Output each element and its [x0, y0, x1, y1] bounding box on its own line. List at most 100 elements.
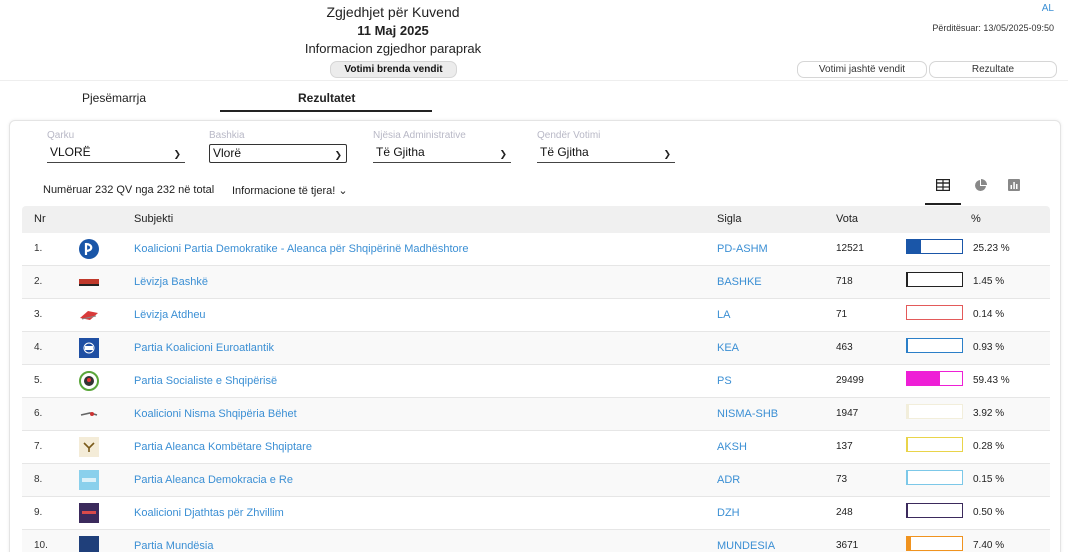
party-name-link[interactable]: Partia Aleanca Kombëtare Shqiptare [134, 441, 312, 453]
percent-bar [906, 272, 963, 287]
percent-value: 0.28 % [973, 441, 1005, 452]
ps-logo [78, 370, 100, 392]
mundesia-logo [78, 535, 100, 552]
filter-label: Njësia Administrative [373, 130, 466, 141]
dzh-logo [78, 502, 100, 524]
chevron-down-icon: ❯ [173, 149, 181, 159]
party-sigla-link[interactable]: NISMA-SHB [717, 408, 778, 420]
row-number: 10. [34, 540, 48, 551]
percent-bar-fill [907, 405, 910, 418]
percent-value: 7.40 % [973, 540, 1005, 551]
election-title: Zgjedhjet për Kuvend [326, 4, 460, 20]
percent-value: 0.50 % [973, 507, 1005, 518]
percent-bar-fill [907, 240, 921, 253]
party-sigla-link[interactable]: DZH [717, 507, 740, 519]
percent-bar [906, 470, 963, 485]
header-nr: Nr [34, 213, 46, 225]
adr-logo [78, 469, 100, 491]
vote-count: 3671 [836, 540, 859, 551]
percent-bar [906, 239, 963, 254]
bar-chart-icon[interactable] [1005, 179, 1023, 197]
percent-value: 59.43 % [973, 375, 1010, 386]
party-sigla-link[interactable]: LA [717, 309, 730, 321]
party-name-link[interactable]: Partia Mundësia [134, 540, 214, 552]
percent-bar-fill [907, 372, 940, 385]
page-header: Zgjedhjet për Kuvend 11 Maj 2025 Informa… [0, 0, 1068, 80]
party-name-link[interactable]: Koalicioni Nisma Shqipëria Bëhet [134, 408, 297, 420]
party-name-link[interactable]: Partia Socialiste e Shqipërisë [134, 375, 277, 387]
header-subject: Subjekti [134, 213, 174, 225]
vote-count: 12521 [836, 243, 864, 254]
vote-count: 73 [836, 474, 848, 485]
percent-bar-fill [907, 273, 908, 286]
row-number: 5. [34, 375, 43, 386]
row-number: 8. [34, 474, 43, 485]
percent-value: 3.92 % [973, 408, 1005, 419]
tab-participation[interactable]: Pjesëmarrja [82, 91, 146, 105]
party-sigla-link[interactable]: PD-ASHM [717, 243, 768, 255]
filter-qender: Qendër Votimi Të Gjitha ❯ [537, 130, 675, 163]
pie-chart-icon[interactable] [971, 179, 989, 197]
vote-count: 463 [836, 342, 853, 353]
party-name-link[interactable]: Lëvizja Bashkë [134, 276, 208, 288]
qarku-value: VLORË [50, 145, 91, 159]
party-name-link[interactable]: Lëvizja Atdheu [134, 309, 206, 321]
vote-count: 248 [836, 507, 853, 518]
party-sigla-link[interactable]: ADR [717, 474, 740, 486]
active-tab-indicator [220, 110, 432, 112]
header-percent: % [971, 213, 981, 225]
qender-value: Të Gjitha [540, 145, 589, 159]
table-icon[interactable] [934, 178, 952, 197]
party-name-link[interactable]: Koalicioni Partia Demokratike - Aleanca … [134, 243, 468, 255]
voting-abroad-button[interactable]: Votimi jashtë vendit [797, 61, 927, 78]
updated-timestamp: Përditësuar: 13/05/2025-09:50 [932, 23, 1054, 33]
party-sigla-link[interactable]: MUNDESIA [717, 540, 775, 552]
percent-value: 25.23 % [973, 243, 1010, 254]
percent-value: 0.15 % [973, 474, 1005, 485]
filter-njesia: Njësia Administrative Të Gjitha ❯ [373, 130, 511, 163]
results-button[interactable]: Rezultate [929, 61, 1057, 78]
party-sigla-link[interactable]: PS [717, 375, 732, 387]
table-row: 8. Partia Aleanca Demokracia e Re ADR 73 0.1… [22, 464, 1050, 497]
tab-results[interactable]: Rezultatet [298, 91, 355, 105]
percent-bar [906, 503, 963, 518]
header-sigla: Sigla [717, 213, 742, 225]
percent-bar [906, 305, 963, 320]
filter-qarku: Qarku VLORË ❯ [47, 130, 185, 163]
percent-bar [906, 536, 963, 551]
voting-inside-button[interactable]: Votimi brenda vendit [330, 61, 457, 78]
pd-logo [78, 238, 100, 260]
party-name-link[interactable]: Partia Koalicioni Euroatlantik [134, 342, 274, 354]
kea-logo [78, 337, 100, 359]
qarku-select[interactable]: VLORË ❯ [47, 144, 185, 163]
language-switch[interactable]: AL [1042, 3, 1054, 14]
vote-count: 718 [836, 276, 853, 287]
row-number: 6. [34, 408, 43, 419]
table-row: 5. Partia Socialiste e Shqipërisë PS 29499 5… [22, 365, 1050, 398]
qender-select[interactable]: Të Gjitha ❯ [537, 144, 675, 163]
chevron-down-icon: ❯ [499, 149, 507, 159]
table-header: Nr Subjekti Sigla Vota % [22, 206, 1050, 233]
njesia-select[interactable]: Të Gjitha ❯ [373, 144, 511, 163]
bashke-logo [78, 271, 100, 293]
party-name-link[interactable]: Koalicioni Djathtas për Zhvillim [134, 507, 284, 519]
table-row: 1. Koalicioni Partia Demokratike - Aleanc… [22, 233, 1050, 266]
percent-value: 1.45 % [973, 276, 1005, 287]
main-tabs: Pjesëmarrja Rezultatet [0, 80, 1068, 114]
table-row: 2. Lëvizja Bashkë BASHKE 718 1.45 % [22, 266, 1050, 299]
table-row: 7. Partia Aleanca Kombëtare Shqiptare AKSH… [22, 431, 1050, 464]
percent-bar [906, 437, 963, 452]
chevron-down-icon: ❯ [334, 150, 342, 160]
row-number: 3. [34, 309, 43, 320]
party-name-link[interactable]: Partia Aleanca Demokracia e Re [134, 474, 293, 486]
more-info-dropdown[interactable]: Informacione të tjera! ⌄ [232, 184, 348, 197]
header-vota: Vota [836, 213, 859, 225]
party-sigla-link[interactable]: BASHKE [717, 276, 762, 288]
bashkia-select[interactable]: Vlorë ❯ [209, 144, 347, 163]
percent-value: 0.14 % [973, 309, 1005, 320]
party-sigla-link[interactable]: AKSH [717, 441, 747, 453]
vote-count: 29499 [836, 375, 864, 386]
filter-label: Qarku [47, 130, 75, 141]
party-sigla-link[interactable]: KEA [717, 342, 739, 354]
la-logo [78, 304, 100, 326]
